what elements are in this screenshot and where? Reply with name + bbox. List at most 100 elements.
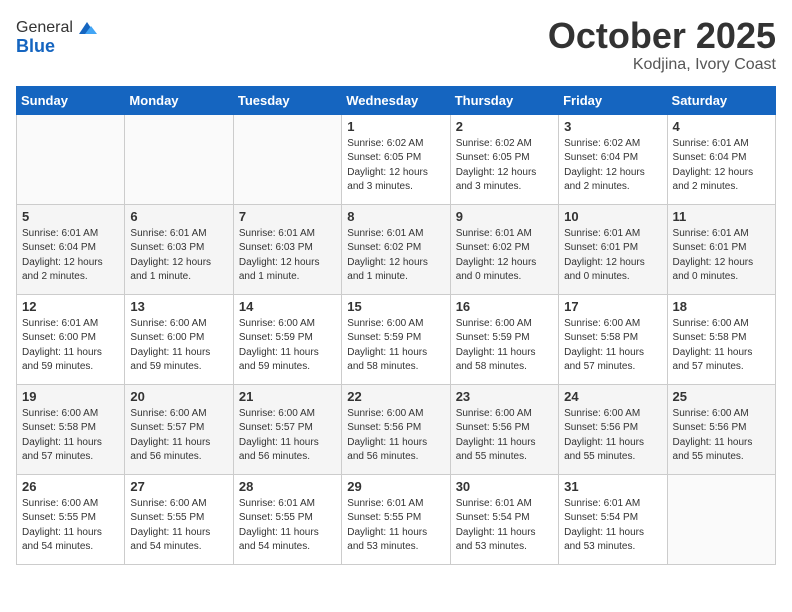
day-info: Sunrise: 6:01 AM Sunset: 5:54 PM Dayligh… bbox=[564, 497, 661, 555]
day-info: Sunrise: 6:01 AM Sunset: 6:03 PM Dayligh… bbox=[239, 227, 336, 285]
day-info: Sunrise: 6:01 AM Sunset: 6:02 PM Dayligh… bbox=[456, 227, 553, 285]
calendar-cell: 7 Sunrise: 6:01 AM Sunset: 6:03 PM Daylig… bbox=[233, 204, 341, 294]
calendar-cell bbox=[17, 114, 125, 204]
calendar-week-1: 1 Sunrise: 6:02 AM Sunset: 6:05 PM Daylig… bbox=[17, 114, 776, 204]
calendar-table: SundayMondayTuesdayWednesdayThursdayFrid… bbox=[16, 86, 776, 565]
day-info: Sunrise: 6:01 AM Sunset: 6:04 PM Dayligh… bbox=[22, 227, 119, 285]
weekday-header-row: SundayMondayTuesdayWednesdayThursdayFrid… bbox=[17, 86, 776, 114]
calendar-cell: 4 Sunrise: 6:01 AM Sunset: 6:04 PM Daylig… bbox=[667, 114, 775, 204]
calendar-cell: 13 Sunrise: 6:00 AM Sunset: 6:00 PM Dayli… bbox=[125, 294, 233, 384]
calendar-cell: 1 Sunrise: 6:02 AM Sunset: 6:05 PM Daylig… bbox=[342, 114, 450, 204]
calendar-cell bbox=[233, 114, 341, 204]
logo-general-text: General bbox=[16, 19, 73, 37]
calendar-cell: 12 Sunrise: 6:01 AM Sunset: 6:00 PM Dayli… bbox=[17, 294, 125, 384]
day-number: 16 bbox=[456, 299, 553, 314]
calendar-cell: 15 Sunrise: 6:00 AM Sunset: 5:59 PM Dayli… bbox=[342, 294, 450, 384]
day-number: 4 bbox=[673, 119, 770, 134]
calendar-cell: 17 Sunrise: 6:00 AM Sunset: 5:58 PM Dayli… bbox=[559, 294, 667, 384]
calendar-cell: 25Sunrise: 6:00 AM Sunset: 5:56 PM Dayli… bbox=[667, 384, 775, 474]
calendar-cell: 30 Sunrise: 6:01 AM Sunset: 5:54 PM Dayli… bbox=[450, 474, 558, 564]
day-info: Sunrise: 6:01 AM Sunset: 5:54 PM Dayligh… bbox=[456, 497, 553, 555]
calendar-week-4: 19 Sunrise: 6:00 AM Sunset: 5:58 PM Dayli… bbox=[17, 384, 776, 474]
location-subtitle: Kodjina, Ivory Coast bbox=[548, 56, 776, 74]
day-info: Sunrise: 6:00 AM Sunset: 5:57 PM Dayligh… bbox=[130, 407, 227, 465]
day-number: 27 bbox=[130, 479, 227, 494]
day-number: 22 bbox=[347, 389, 444, 404]
day-info: Sunrise: 6:02 AM Sunset: 6:05 PM Dayligh… bbox=[347, 137, 444, 195]
month-title: October 2025 bbox=[548, 16, 776, 56]
weekday-header-saturday: Saturday bbox=[667, 86, 775, 114]
weekday-header-friday: Friday bbox=[559, 86, 667, 114]
day-number: 30 bbox=[456, 479, 553, 494]
day-number: 8 bbox=[347, 209, 444, 224]
calendar-cell: 21Sunrise: 6:00 AM Sunset: 5:57 PM Dayli… bbox=[233, 384, 341, 474]
day-number: 11 bbox=[673, 209, 770, 224]
day-info: Sunrise: 6:01 AM Sunset: 5:55 PM Dayligh… bbox=[239, 497, 336, 555]
calendar-cell: 11Sunrise: 6:01 AM Sunset: 6:01 PM Dayli… bbox=[667, 204, 775, 294]
day-info: Sunrise: 6:00 AM Sunset: 5:59 PM Dayligh… bbox=[347, 317, 444, 375]
calendar-cell: 8 Sunrise: 6:01 AM Sunset: 6:02 PM Daylig… bbox=[342, 204, 450, 294]
day-number: 19 bbox=[22, 389, 119, 404]
day-number: 20 bbox=[130, 389, 227, 404]
day-info: Sunrise: 6:01 AM Sunset: 6:00 PM Dayligh… bbox=[22, 317, 119, 375]
day-number: 12 bbox=[22, 299, 119, 314]
calendar-cell: 24Sunrise: 6:00 AM Sunset: 5:56 PM Dayli… bbox=[559, 384, 667, 474]
day-info: Sunrise: 6:00 AM Sunset: 5:56 PM Dayligh… bbox=[456, 407, 553, 465]
day-number: 29 bbox=[347, 479, 444, 494]
weekday-header-monday: Monday bbox=[125, 86, 233, 114]
day-info: Sunrise: 6:00 AM Sunset: 5:58 PM Dayligh… bbox=[22, 407, 119, 465]
day-number: 31 bbox=[564, 479, 661, 494]
calendar-cell: 23Sunrise: 6:00 AM Sunset: 5:56 PM Dayli… bbox=[450, 384, 558, 474]
day-number: 17 bbox=[564, 299, 661, 314]
page-header: General Blue October 2025 Kodjina, Ivory… bbox=[16, 16, 776, 74]
calendar-cell: 29Sunrise: 6:01 AM Sunset: 5:55 PM Dayli… bbox=[342, 474, 450, 564]
calendar-cell: 20 Sunrise: 6:00 AM Sunset: 5:57 PM Dayli… bbox=[125, 384, 233, 474]
day-number: 1 bbox=[347, 119, 444, 134]
calendar-week-2: 5 Sunrise: 6:01 AM Sunset: 6:04 PM Daylig… bbox=[17, 204, 776, 294]
calendar-cell: 26 Sunrise: 6:00 AM Sunset: 5:55 PM Dayli… bbox=[17, 474, 125, 564]
day-info: Sunrise: 6:00 AM Sunset: 5:59 PM Dayligh… bbox=[239, 317, 336, 375]
calendar-cell: 28 Sunrise: 6:01 AM Sunset: 5:55 PM Dayli… bbox=[233, 474, 341, 564]
day-number: 6 bbox=[130, 209, 227, 224]
day-number: 2 bbox=[456, 119, 553, 134]
day-info: Sunrise: 6:00 AM Sunset: 5:55 PM Dayligh… bbox=[22, 497, 119, 555]
day-number: 15 bbox=[347, 299, 444, 314]
day-info: Sunrise: 6:02 AM Sunset: 6:04 PM Dayligh… bbox=[564, 137, 661, 195]
day-number: 26 bbox=[22, 479, 119, 494]
title-block: October 2025 Kodjina, Ivory Coast bbox=[548, 16, 776, 74]
day-info: Sunrise: 6:00 AM Sunset: 5:57 PM Dayligh… bbox=[239, 407, 336, 465]
calendar-cell: 2Sunrise: 6:02 AM Sunset: 6:05 PM Daylig… bbox=[450, 114, 558, 204]
weekday-header-thursday: Thursday bbox=[450, 86, 558, 114]
logo-icon bbox=[75, 16, 99, 40]
day-info: Sunrise: 6:00 AM Sunset: 5:58 PM Dayligh… bbox=[673, 317, 770, 375]
day-number: 3 bbox=[564, 119, 661, 134]
calendar-cell: 14 Sunrise: 6:00 AM Sunset: 5:59 PM Dayli… bbox=[233, 294, 341, 384]
calendar-cell: 6 Sunrise: 6:01 AM Sunset: 6:03 PM Daylig… bbox=[125, 204, 233, 294]
day-info: Sunrise: 6:01 AM Sunset: 6:03 PM Dayligh… bbox=[130, 227, 227, 285]
calendar-week-3: 12 Sunrise: 6:01 AM Sunset: 6:00 PM Dayli… bbox=[17, 294, 776, 384]
day-info: Sunrise: 6:01 AM Sunset: 6:01 PM Dayligh… bbox=[564, 227, 661, 285]
day-info: Sunrise: 6:00 AM Sunset: 5:56 PM Dayligh… bbox=[347, 407, 444, 465]
day-number: 28 bbox=[239, 479, 336, 494]
logo: General Blue bbox=[16, 16, 99, 57]
day-number: 7 bbox=[239, 209, 336, 224]
calendar-week-5: 26 Sunrise: 6:00 AM Sunset: 5:55 PM Dayli… bbox=[17, 474, 776, 564]
day-number: 14 bbox=[239, 299, 336, 314]
day-number: 13 bbox=[130, 299, 227, 314]
day-info: Sunrise: 6:01 AM Sunset: 6:02 PM Dayligh… bbox=[347, 227, 444, 285]
calendar-cell bbox=[125, 114, 233, 204]
day-number: 9 bbox=[456, 209, 553, 224]
weekday-header-wednesday: Wednesday bbox=[342, 86, 450, 114]
day-number: 24 bbox=[564, 389, 661, 404]
day-info: Sunrise: 6:00 AM Sunset: 5:56 PM Dayligh… bbox=[673, 407, 770, 465]
day-info: Sunrise: 6:00 AM Sunset: 5:59 PM Dayligh… bbox=[456, 317, 553, 375]
calendar-cell bbox=[667, 474, 775, 564]
calendar-cell: 22 Sunrise: 6:00 AM Sunset: 5:56 PM Dayli… bbox=[342, 384, 450, 474]
day-number: 5 bbox=[22, 209, 119, 224]
day-info: Sunrise: 6:01 AM Sunset: 6:04 PM Dayligh… bbox=[673, 137, 770, 195]
day-info: Sunrise: 6:00 AM Sunset: 6:00 PM Dayligh… bbox=[130, 317, 227, 375]
day-info: Sunrise: 6:00 AM Sunset: 5:55 PM Dayligh… bbox=[130, 497, 227, 555]
calendar-cell: 3 Sunrise: 6:02 AM Sunset: 6:04 PM Daylig… bbox=[559, 114, 667, 204]
day-number: 10 bbox=[564, 209, 661, 224]
day-info: Sunrise: 6:00 AM Sunset: 5:58 PM Dayligh… bbox=[564, 317, 661, 375]
